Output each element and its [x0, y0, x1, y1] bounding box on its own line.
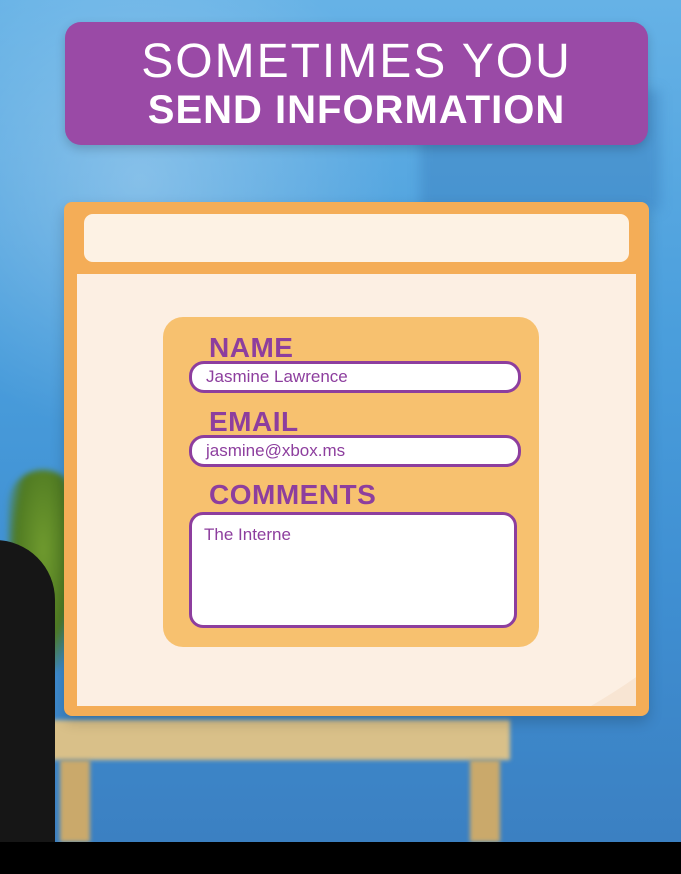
address-bar[interactable]: [84, 214, 629, 262]
presenter-silhouette: [0, 540, 55, 842]
browser-viewport: NAME Jasmine Lawrence EMAIL jasmine@xbox…: [77, 274, 636, 706]
email-label: EMAIL: [209, 406, 299, 437]
name-label: NAME: [209, 332, 294, 363]
banner-line-1: SOMETIMES YOU: [141, 35, 572, 88]
browser-window: NAME Jasmine Lawrence EMAIL jasmine@xbox…: [64, 202, 649, 716]
name-input[interactable]: Jasmine Lawrence: [189, 361, 521, 393]
background-table: [30, 720, 510, 760]
background-table-leg: [60, 760, 90, 842]
title-banner: SOMETIMES YOU SEND INFORMATION: [65, 22, 648, 145]
contact-form: NAME Jasmine Lawrence EMAIL jasmine@xbox…: [163, 317, 539, 647]
comments-textarea[interactable]: The Interne: [189, 512, 517, 628]
email-input[interactable]: jasmine@xbox.ms: [189, 435, 521, 467]
background-table-leg: [470, 760, 500, 842]
banner-line-2: SEND INFORMATION: [147, 88, 566, 132]
background-scene: SOMETIMES YOU SEND INFORMATION NAME Jasm…: [0, 0, 681, 842]
comments-label: COMMENTS: [209, 479, 377, 510]
letterbox-bar: [0, 842, 681, 874]
